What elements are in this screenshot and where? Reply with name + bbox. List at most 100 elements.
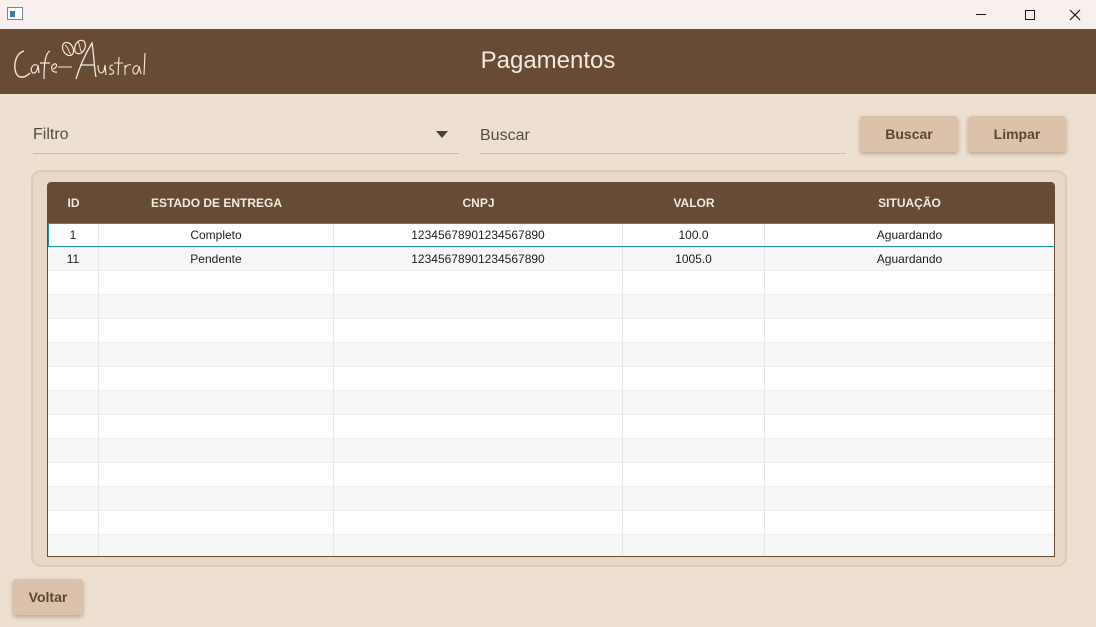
cell-situacao <box>765 535 1054 556</box>
maximize-icon <box>1025 9 1035 20</box>
cell-id <box>48 487 99 510</box>
cell-cnpj <box>334 439 623 462</box>
cell-situacao <box>765 319 1054 342</box>
cell-estado-de-entrega <box>99 487 334 510</box>
cell-estado-de-entrega <box>99 319 334 342</box>
minimize-button[interactable] <box>958 0 1004 29</box>
cell-estado-de-entrega <box>99 271 334 294</box>
cell-situacao: Aguardando <box>876 227 943 242</box>
table-row[interactable]: 11 Pendente 12345678901234567890 1005.0 Agua… <box>48 247 1054 271</box>
table-row[interactable]: 1 Completo 12345678901234567890 100.0 Aguard… <box>48 223 1054 247</box>
cell-valor <box>623 415 765 438</box>
cell-id: 11 <box>48 247 99 270</box>
filter-dropdown[interactable]: Filtro <box>33 116 459 154</box>
cell-valor <box>623 511 765 534</box>
cell-id <box>48 271 99 294</box>
empty-table-row[interactable] <box>48 415 1054 439</box>
cell-estado-de-entrega <box>99 439 334 462</box>
empty-table-row[interactable] <box>48 487 1054 511</box>
filter-label: Filtro <box>33 126 69 143</box>
empty-table-row[interactable] <box>48 295 1054 319</box>
table-header: ID ESTADO DE ENTREGA CNPJ VALOR SITUAÇÃO <box>48 182 1054 223</box>
cell-situacao <box>765 511 1054 534</box>
empty-table-row[interactable] <box>48 391 1054 415</box>
cell-id <box>48 511 99 534</box>
cell-cnpj <box>334 343 623 366</box>
page-title: Pagamentos <box>480 47 616 74</box>
cell-id <box>48 463 99 486</box>
cell-situacao <box>765 295 1054 318</box>
cell-estado-de-entrega <box>99 511 334 534</box>
cell-valor: 100.0 <box>623 223 765 246</box>
cell-id <box>48 343 99 366</box>
cell-cnpj <box>334 271 623 294</box>
cell-estado-de-entrega: Completo <box>99 223 334 246</box>
cell-id <box>48 415 99 438</box>
search-button[interactable]: Buscar <box>860 116 958 152</box>
cell-valor <box>623 439 765 462</box>
column-header-valor[interactable]: VALOR <box>623 182 765 223</box>
cell-id <box>48 391 99 414</box>
cell-cnpj <box>334 511 623 534</box>
payments-table: ID ESTADO DE ENTREGA CNPJ VALOR SITUAÇÃO… <box>47 182 1055 557</box>
cell-situacao <box>765 391 1054 414</box>
cell-cnpj <box>334 535 623 556</box>
cell-estado-de-entrega: Pendente <box>99 247 334 270</box>
cell-valor <box>623 391 765 414</box>
cell-situacao <box>765 487 1054 510</box>
table-body: 1 Completo 12345678901234567890 100.0 Aguard… <box>48 223 1054 556</box>
empty-table-row[interactable] <box>48 463 1054 487</box>
close-button[interactable] <box>1052 0 1096 29</box>
column-header-situacao[interactable]: SITUAÇÃO <box>765 182 1054 223</box>
column-header-estado-de-entrega[interactable]: ESTADO DE ENTREGA <box>99 182 334 223</box>
cell-valor <box>623 343 765 366</box>
cell-cnpj: 12345678901234567890 <box>334 223 623 246</box>
cell-valor <box>623 487 765 510</box>
cell-cnpj: 12345678901234567890 <box>334 247 623 270</box>
cell-id <box>48 439 99 462</box>
cell-cnpj <box>334 319 623 342</box>
cell-valor <box>623 319 765 342</box>
empty-table-row[interactable] <box>48 511 1054 535</box>
cell-estado-de-entrega <box>99 391 334 414</box>
cell-valor <box>623 367 765 390</box>
cell-estado-de-entrega <box>99 415 334 438</box>
cell-cnpj <box>334 367 623 390</box>
empty-table-row[interactable] <box>48 439 1054 463</box>
cell-cnpj <box>334 391 623 414</box>
table-panel: ID ESTADO DE ENTREGA CNPJ VALOR SITUAÇÃO… <box>31 170 1067 567</box>
column-header-id[interactable]: ID <box>48 182 99 223</box>
cell-cnpj <box>334 463 623 486</box>
app-header: Pagamentos <box>0 29 1096 94</box>
cell-situacao <box>765 439 1054 462</box>
cell-id: 1 <box>48 223 99 246</box>
search-input[interactable] <box>480 116 846 154</box>
cell-estado-de-entrega <box>99 535 334 556</box>
maximize-button[interactable] <box>1007 0 1053 29</box>
cell-valor <box>623 535 765 556</box>
cell-valor <box>623 295 765 318</box>
empty-table-row[interactable] <box>48 535 1054 556</box>
empty-table-row[interactable] <box>48 271 1054 295</box>
cell-id <box>48 319 99 342</box>
cell-estado-de-entrega <box>99 367 334 390</box>
cell-estado-de-entrega <box>99 343 334 366</box>
empty-table-row[interactable] <box>48 343 1054 367</box>
cell-situacao <box>765 367 1054 390</box>
clear-button[interactable]: Limpar <box>968 116 1066 152</box>
cell-situacao <box>765 415 1054 438</box>
cell-situacao: Aguardando <box>876 251 943 266</box>
chevron-down-icon <box>436 131 448 138</box>
window-titlebar <box>0 0 1096 29</box>
close-icon <box>1069 9 1081 20</box>
cell-valor <box>623 271 765 294</box>
empty-table-row[interactable] <box>48 367 1054 391</box>
column-header-cnpj[interactable]: CNPJ <box>334 182 623 223</box>
cell-valor <box>623 463 765 486</box>
back-button[interactable]: Voltar <box>13 579 83 615</box>
cell-cnpj <box>334 487 623 510</box>
empty-table-row[interactable] <box>48 319 1054 343</box>
cell-estado-de-entrega <box>99 463 334 486</box>
cell-id <box>48 367 99 390</box>
cell-id <box>48 535 99 556</box>
